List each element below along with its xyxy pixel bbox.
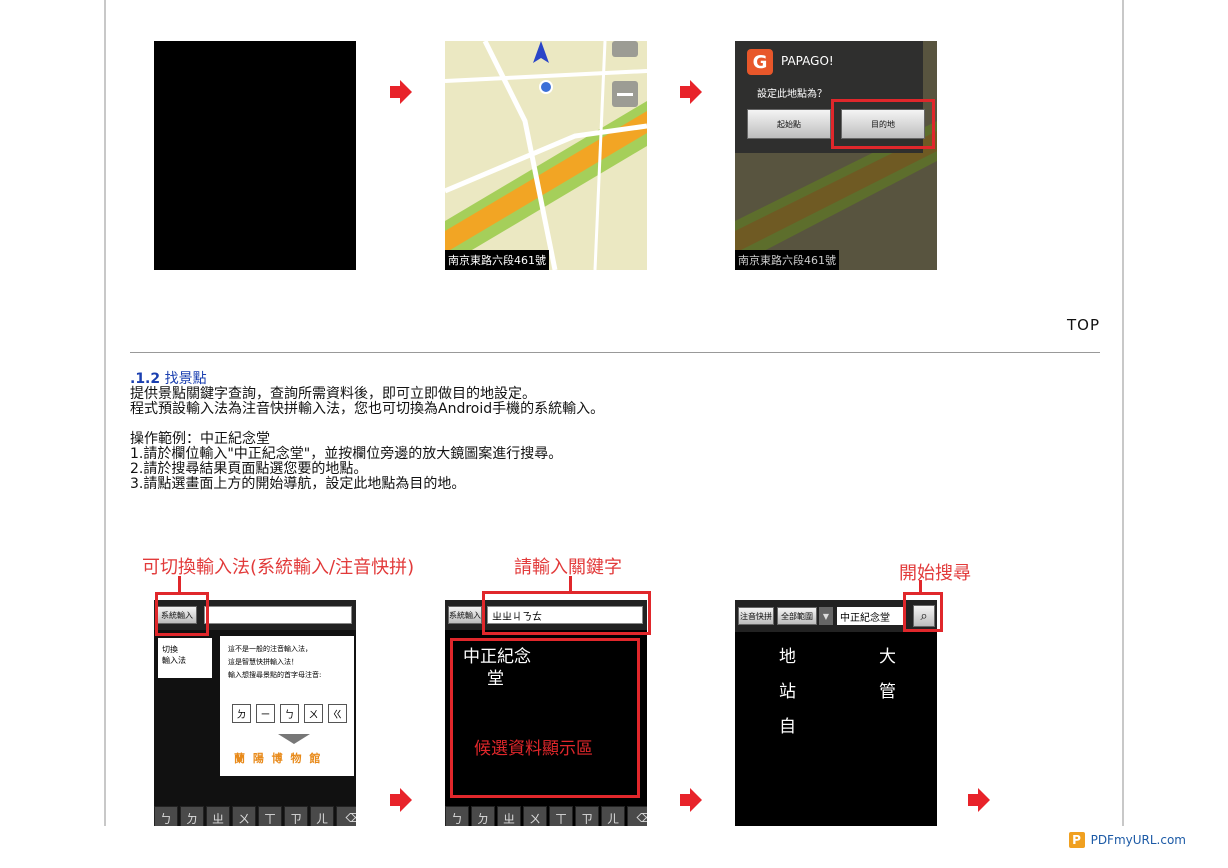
section-heading: .1.2 找景點 <box>130 372 604 387</box>
enter-keyword-label: 請輸入關鍵字 <box>514 557 622 578</box>
map-screenshot: 南京東路六段461號 <box>445 41 647 270</box>
step-1: 1.請於欄位輸入"中正紀念堂"，並按欄位旁邊的放大鏡圖案進行搜尋。 <box>130 446 563 462</box>
zhuyin-key: ㄨ <box>304 704 323 723</box>
start-search-label: 開始搜尋 <box>899 563 971 584</box>
pdfmyurl-text: PDFmyURL.com <box>1090 833 1186 847</box>
keyboard-key[interactable]: ㄉ <box>180 806 204 826</box>
keyboard-key[interactable]: ㄦ <box>310 806 334 826</box>
destination-highlight-box <box>831 99 935 149</box>
keyboard-key[interactable]: ㄅ <box>154 806 178 826</box>
keyboard-key[interactable]: ㄨ <box>232 806 256 826</box>
result-item[interactable]: 管 <box>879 677 896 702</box>
zhuyin-key: ㄉ <box>232 704 251 723</box>
chevron-down-icon[interactable]: ▼ <box>819 607 833 625</box>
arrow-right-icon <box>968 788 990 812</box>
switch-input-label: 可切換輸入法(系統輸入/注音快拼) <box>142 557 415 578</box>
search-input[interactable] <box>204 606 352 624</box>
arrow-right-icon <box>390 80 412 104</box>
zhuyin-keys: ㄉ ㄧ ㄅ ㄨ ㄍ <box>232 704 347 723</box>
map-address-caption: 南京東路六段461號 <box>445 250 549 270</box>
search-results-screenshot: 注音快拼 全部範圍 ▼ 中正紀念堂 ⌕ 地 大 站 管 自 <box>735 600 937 826</box>
backspace-icon[interactable]: ⌫ <box>627 806 647 826</box>
zhuyin-input-button[interactable]: 注音快拼 <box>738 607 774 625</box>
start-point-button[interactable]: 起始點 <box>747 109 831 139</box>
step-2: 2.請於搜尋結果頁面點選您要的地點。 <box>130 461 368 477</box>
keyboard-key[interactable]: ㄓ <box>206 806 230 826</box>
section-number: .1.2 <box>130 371 161 387</box>
keyboard-key[interactable]: ㄗ <box>284 806 308 826</box>
section-line-2: 程式預設輸入法為注音快拼輸入法，您也可切換為Android手機的系統輸入。 <box>130 401 605 417</box>
document-page: 南京東路六段461號 G PAPAGO! 設定此地點為？ 起始點 目的地 南京東… <box>104 0 1124 826</box>
keyboard-row: ㄅ ㄉ ㄓ ㄨ ㄒ ㄗ ㄦ ⌫ <box>445 806 647 826</box>
keyboard-key[interactable]: ㄓ <box>497 806 521 826</box>
pdfmyurl-logo-icon: P <box>1068 832 1085 848</box>
candidates-highlight-box <box>450 638 640 798</box>
scope-dropdown[interactable]: 全部範圍 <box>777 607 817 625</box>
switch-menu[interactable]: 切換 輸入法 <box>158 638 212 678</box>
zhuyin-key: ㄍ <box>328 704 347 723</box>
switch-pointer-line <box>178 576 181 592</box>
dialog-brand: PAPAGO! <box>781 54 834 68</box>
down-triangle-icon <box>278 734 310 744</box>
dialog-screenshot: G PAPAGO! 設定此地點為？ 起始點 目的地 南京東路六段461號 <box>735 41 937 270</box>
arrow-right-icon <box>680 80 702 104</box>
keyboard-key[interactable]: ㄒ <box>258 806 282 826</box>
black-screenshot <box>154 41 356 270</box>
dialog-question: 設定此地點為？ <box>757 89 827 100</box>
search-pointer-line <box>919 580 922 592</box>
candidates-label: 候選資料顯示區 <box>474 739 593 759</box>
keyboard-key[interactable]: ㄨ <box>523 806 547 826</box>
system-input-button[interactable]: 系統輸入 <box>448 606 482 624</box>
search-query-input[interactable]: 中正紀念堂 <box>837 607 903 625</box>
result-item[interactable]: 自 <box>779 712 796 737</box>
zhuyin-key: ㄧ <box>256 704 275 723</box>
tip-line-1: 這不是一般的注音輸入法， <box>228 645 312 653</box>
search-highlight-box <box>903 592 943 632</box>
keyboard-key[interactable]: ㄦ <box>601 806 625 826</box>
backspace-icon[interactable]: ⌫ <box>336 806 356 826</box>
keyboard-key[interactable]: ㄗ <box>575 806 599 826</box>
keyword-highlight-box <box>482 591 651 635</box>
section-line-1: 提供景點關鍵字查詢，查詢所需資料後，即可立即做目的地設定。 <box>130 386 536 402</box>
tip-result: 蘭 陽 博 物 館 <box>234 752 323 765</box>
section-title: 找景點 <box>164 371 207 387</box>
keyword-pointer-line <box>569 576 572 592</box>
keyboard-key[interactable]: ㄅ <box>445 806 469 826</box>
step-3: 3.請點選畫面上方的開始導航，設定此地點為目的地。 <box>130 476 466 492</box>
example-title: 操作範例：中正紀念堂 <box>130 431 270 447</box>
result-item[interactable]: 站 <box>779 677 796 702</box>
switch-highlight-box <box>155 592 209 636</box>
keyboard-row: ㄅ ㄉ ㄓ ㄨ ㄒ ㄗ ㄦ ⌫ <box>154 806 356 826</box>
top-link[interactable]: TOP <box>1067 316 1100 334</box>
section-text: .1.2 找景點 提供景點關鍵字查詢，查詢所需資料後，即可立即做目的地設定。 程… <box>130 372 604 492</box>
result-item[interactable]: 大 <box>879 642 896 667</box>
tip-line-2: 這是智慧快拼輸入法！ <box>228 658 298 666</box>
keyboard-key[interactable]: ㄉ <box>471 806 495 826</box>
arrow-right-icon <box>390 788 412 812</box>
dialog-map-caption: 南京東路六段461號 <box>735 250 839 270</box>
section-divider <box>130 352 1100 353</box>
papago-logo-icon: G <box>747 49 773 75</box>
result-item[interactable]: 地 <box>779 642 796 667</box>
keyboard-key[interactable]: ㄒ <box>549 806 573 826</box>
arrow-right-icon <box>680 788 702 812</box>
tip-line-3: 輸入想搜尋景點的首字母注音: <box>228 671 322 679</box>
zhuyin-key: ㄅ <box>280 704 299 723</box>
pdfmyurl-footer[interactable]: P PDFmyURL.com <box>1068 832 1186 848</box>
